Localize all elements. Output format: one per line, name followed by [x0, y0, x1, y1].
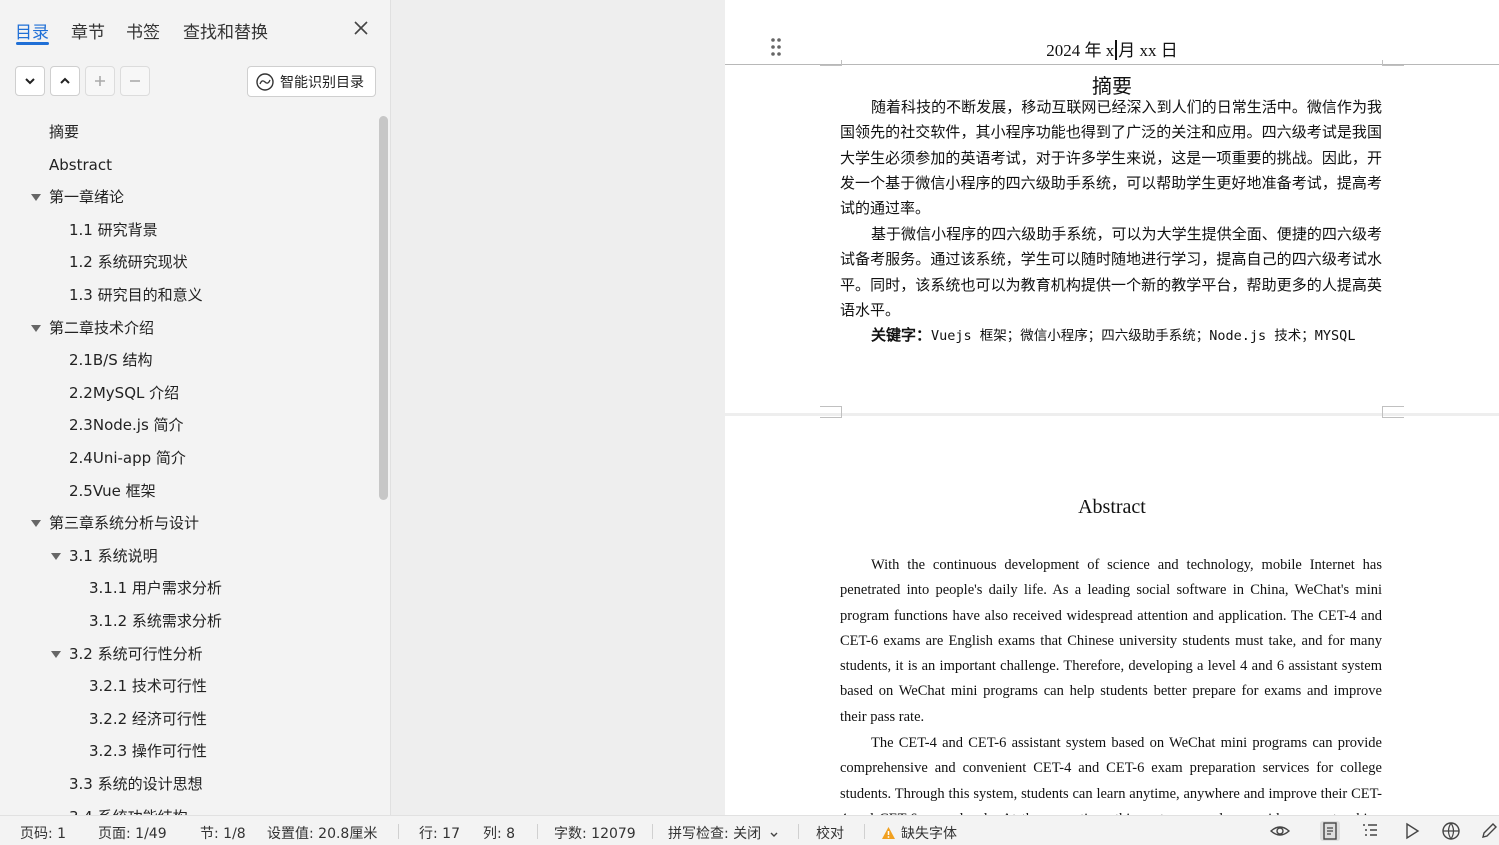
- missing-font-label: 缺失字体: [901, 826, 957, 842]
- close-icon: [354, 21, 368, 35]
- date-line-after-cursor: 月 xx 日: [1118, 41, 1178, 60]
- toc-item[interactable]: 1.3 研究目的和意义: [69, 283, 203, 307]
- margin-corner-mark: [1382, 60, 1404, 66]
- toc-item[interactable]: 1.2 系统研究现状: [69, 250, 188, 274]
- chevron-up-icon: [60, 77, 70, 84]
- expand-caret-icon[interactable]: [31, 520, 41, 528]
- toc-item[interactable]: 第二章技术介绍: [49, 316, 154, 340]
- expand-caret-icon[interactable]: [51, 552, 61, 560]
- word-processor-window: 目录 章节 书签 查找和替换 智能识别目录 摘要 Abstract 第一章绪论 …: [0, 0, 1499, 845]
- expand-caret-icon[interactable]: [31, 194, 41, 202]
- close-pane-button[interactable]: [351, 18, 371, 38]
- toc-item[interactable]: 3.3 系统的设计思想: [69, 772, 203, 796]
- minus-icon: [130, 80, 140, 82]
- toc-item[interactable]: 2.4Uni-app 简介: [69, 446, 186, 470]
- abstract-cn-paragraph-1: 随着科技的不断发展，移动互联网已经深入到人们的日常生活中。微信作为我国领先的社交…: [840, 98, 1382, 218]
- spell-check-label: 拼写检查: 关闭: [668, 826, 762, 842]
- abstract-en-paragraph-1: With the continuous development of scien…: [840, 557, 1382, 725]
- expand-caret-icon[interactable]: [31, 324, 41, 332]
- document-page-2[interactable]: Abstract With the continuous development…: [725, 412, 1499, 815]
- plus-icon: [95, 76, 105, 86]
- status-section[interactable]: 节: 1/8: [200, 823, 246, 843]
- pen-icon[interactable]: [1479, 821, 1499, 841]
- active-tab-indicator: [16, 42, 49, 45]
- page-view-icon[interactable]: [1320, 821, 1340, 841]
- abstract-en-paragraph-2: The CET-4 and CET-6 assistant system bas…: [840, 735, 1382, 815]
- toc-item[interactable]: 3.2.1 技术可行性: [89, 674, 207, 698]
- toc-item[interactable]: 3.1.1 用户需求分析: [89, 576, 222, 600]
- abstract-cn-paragraph-2: 基于微信小程序的四六级助手系统，可以为大学生提供全面、便捷的四六级考试备考服务。…: [840, 225, 1382, 319]
- chevron-down-icon: [770, 832, 778, 837]
- abstract-en-title: Abstract: [1078, 496, 1146, 518]
- outline-view-icon[interactable]: [1360, 821, 1380, 841]
- toc-scrollbar[interactable]: [379, 116, 388, 500]
- status-column[interactable]: 列: 8: [483, 823, 515, 843]
- collapse-all-button[interactable]: [15, 66, 45, 96]
- toc-item[interactable]: 3.1.2 系统需求分析: [89, 609, 222, 633]
- status-bar: 页码: 1 页面: 1/49 节: 1/8 设置值: 20.8厘米 行: 17 …: [0, 815, 1499, 845]
- remove-heading-button[interactable]: [120, 66, 150, 96]
- toc-item[interactable]: 第一章绪论: [49, 185, 124, 209]
- play-icon[interactable]: [1402, 821, 1422, 841]
- status-separator: [864, 824, 865, 839]
- toc-item[interactable]: 2.2MySQL 介绍: [69, 381, 179, 405]
- smart-toc-button[interactable]: 智能识别目录: [247, 66, 376, 97]
- status-separator: [537, 824, 538, 839]
- text-cursor: [1115, 40, 1118, 60]
- eye-protection-icon[interactable]: [1270, 821, 1290, 841]
- toc-item[interactable]: 2.1B/S 结构: [69, 348, 153, 372]
- status-setting-value[interactable]: 设置值: 20.8厘米: [267, 823, 377, 843]
- warning-icon: [882, 827, 895, 839]
- document-page-1[interactable]: 2024 年 x月 xx 日 摘要 随着科技的不断发展，移动互联网已经深入到人们…: [725, 0, 1499, 413]
- status-separator: [652, 824, 653, 839]
- toc-item[interactable]: Abstract: [49, 153, 112, 177]
- date-line-before-cursor: 2024 年 x: [1046, 41, 1115, 60]
- status-word-count[interactable]: 字数: 12079: [554, 823, 636, 843]
- toc-item[interactable]: 3.2.3 操作可行性: [89, 739, 207, 763]
- proofread-button[interactable]: 校对: [816, 823, 844, 843]
- web-view-icon[interactable]: [1441, 821, 1461, 841]
- tab-bookmarks[interactable]: 书签: [126, 18, 160, 43]
- tab-chapters[interactable]: 章节: [71, 18, 105, 43]
- smart-toc-label: 智能识别目录: [280, 74, 364, 91]
- keywords-text: Vuejs 框架；微信小程序；四六级助手系统；Node.js 技术；MYSQL: [931, 328, 1356, 344]
- ai-recognize-icon: [256, 72, 274, 91]
- date-line[interactable]: 2024 年 x月 xx 日: [725, 36, 1499, 61]
- expand-all-button[interactable]: [50, 66, 80, 96]
- status-page[interactable]: 页面: 1/49: [98, 823, 167, 843]
- margin-corner-mark: [1382, 412, 1404, 418]
- chevron-down-icon: [25, 78, 35, 85]
- toc-item[interactable]: 3.2.2 经济可行性: [89, 707, 207, 731]
- spell-check-toggle[interactable]: 拼写检查: 关闭: [668, 823, 779, 843]
- margin-corner-mark: [820, 412, 842, 418]
- status-row[interactable]: 行: 17: [419, 823, 460, 843]
- tab-find-replace[interactable]: 查找和替换: [183, 18, 268, 43]
- status-separator: [798, 824, 799, 839]
- toc-item[interactable]: 2.5Vue 框架: [69, 479, 156, 503]
- toc-item[interactable]: 第三章系统分析与设计: [49, 511, 199, 535]
- expand-caret-icon[interactable]: [51, 650, 61, 658]
- document-workspace: 2024 年 x月 xx 日 摘要 随着科技的不断发展，移动互联网已经深入到人们…: [392, 0, 1499, 815]
- toc-toolbar: 智能识别目录: [0, 66, 390, 98]
- toc-item[interactable]: 3.1 系统说明: [69, 544, 158, 568]
- tab-toc[interactable]: 目录: [15, 18, 49, 43]
- margin-corner-mark: [820, 60, 842, 66]
- toc-item[interactable]: 2.3Node.js 简介: [69, 413, 184, 437]
- keywords-line: 关键字：Vuejs 框架；微信小程序；四六级助手系统；Node.js 技术；MY…: [840, 323, 1382, 349]
- keywords-label: 关键字：: [871, 326, 932, 344]
- nav-tabs: 目录 章节 书签 查找和替换: [0, 0, 390, 52]
- navigation-pane: 目录 章节 书签 查找和替换 智能识别目录 摘要 Abstract 第一章绪论 …: [0, 0, 391, 815]
- status-separator: [398, 824, 399, 839]
- toc-list: 摘要 Abstract 第一章绪论 1.1 研究背景 1.2 系统研究现状 1.3 研究目…: [0, 116, 375, 815]
- missing-font-button[interactable]: 缺失字体: [881, 823, 957, 843]
- toc-item[interactable]: 1.1 研究背景: [69, 218, 158, 242]
- toc-item[interactable]: 3.4 系统功能结构: [69, 805, 188, 815]
- toc-item[interactable]: 摘要: [49, 120, 79, 144]
- status-page-code[interactable]: 页码: 1: [20, 823, 66, 843]
- toc-item[interactable]: 3.2 系统可行性分析: [69, 642, 203, 666]
- add-heading-button[interactable]: [85, 66, 115, 96]
